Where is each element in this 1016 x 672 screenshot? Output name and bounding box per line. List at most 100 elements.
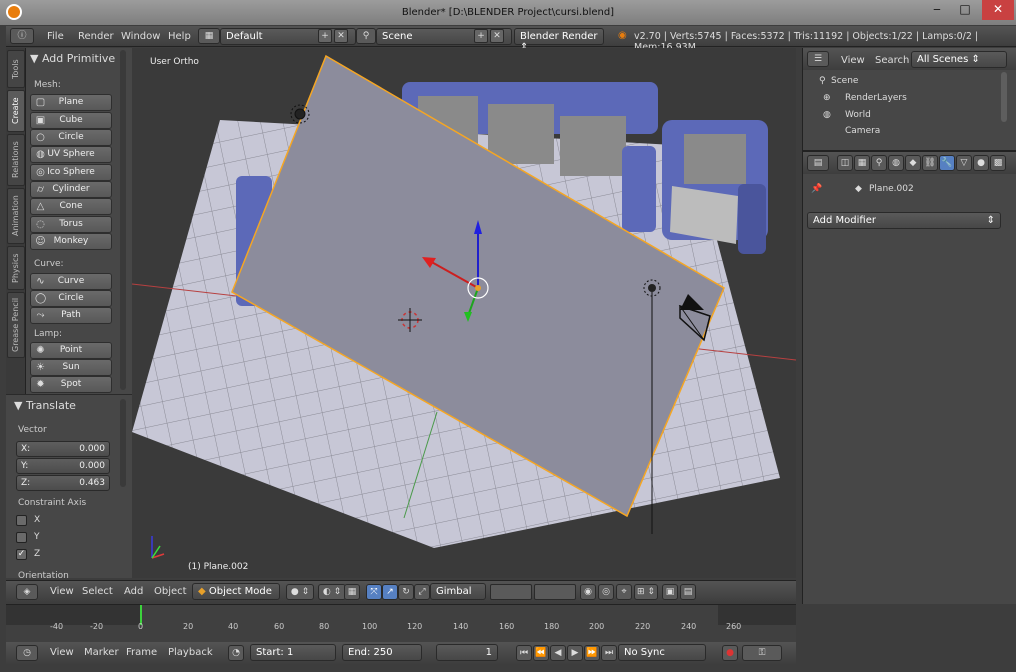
add-monkey-button[interactable]: ☺ Monkey [30, 233, 112, 250]
tab-grease-pencil[interactable]: Grease Pencil [7, 292, 25, 358]
tl-menu-marker[interactable]: Marker [84, 647, 119, 658]
texture-tab-icon[interactable]: ▩ [990, 155, 1006, 171]
snap-element-icon[interactable]: ⊞ ⇕ [634, 584, 658, 600]
3d-viewport[interactable]: User Ortho (1) Plane.002 [132, 48, 796, 578]
menu-file[interactable]: File [47, 31, 64, 42]
lock-camera-icon[interactable]: ◉ [580, 584, 596, 600]
material-tab-icon[interactable]: ● [973, 155, 989, 171]
play-icon[interactable]: ▶ [567, 645, 583, 661]
vp-menu-select[interactable]: Select [82, 586, 113, 597]
jump-end-icon[interactable]: ⏭ [601, 645, 617, 661]
vp-menu-view[interactable]: View [50, 586, 74, 597]
add-layout-button[interactable]: + [318, 29, 332, 43]
layers-grid-2[interactable] [534, 584, 576, 600]
pivot-point-icon[interactable]: ◐ ⇕ [318, 584, 346, 600]
constraint-z-checkbox[interactable]: ✓ [16, 549, 27, 560]
render-layers-tab-icon[interactable]: ▦ [854, 155, 870, 171]
outliner-item-scene[interactable]: Scene [831, 76, 858, 86]
timeline[interactable]: -40 -20 0 20 40 60 80 100 120 140 160 18… [6, 604, 796, 642]
sync-mode-select[interactable]: No Sync [618, 644, 706, 661]
render-engine-select[interactable]: Blender Render ⇕ [514, 28, 604, 53]
add-curve-button[interactable]: ∿ Curve [30, 273, 112, 290]
outliner-item-camera[interactable]: Camera [845, 126, 880, 136]
editor-type-info-icon[interactable]: ⓘ [10, 28, 34, 44]
add-cone-button[interactable]: △ Cone [30, 198, 112, 215]
maximize-button[interactable]: □ [952, 0, 978, 20]
add-spot-lamp-button[interactable]: ✹ Spot [30, 376, 112, 393]
delete-layout-button[interactable]: ✕ [334, 29, 348, 43]
start-frame-field[interactable]: Start: 1 [250, 644, 336, 661]
world-tab-icon[interactable]: ◍ [888, 155, 904, 171]
close-button[interactable]: ✕ [982, 0, 1014, 20]
render-preview-icon[interactable]: ▣ [662, 584, 678, 600]
add-ico-sphere-button[interactable]: ◎ Ico Sphere [30, 164, 112, 181]
tab-physics[interactable]: Physics [7, 246, 25, 290]
render-tab-icon[interactable]: ◫ [837, 155, 853, 171]
viewport-shading-icon[interactable]: ● ⇕ [286, 584, 314, 600]
minimize-button[interactable]: ‒ [924, 0, 950, 20]
add-cube-button[interactable]: ▣ Cube [30, 112, 112, 129]
object-tab-icon[interactable]: ◆ [905, 155, 921, 171]
tab-animation[interactable]: Animation [7, 188, 25, 244]
editor-type-timeline-icon[interactable]: ◷ [16, 645, 38, 661]
modifiers-tab-icon[interactable]: 🔧 [939, 155, 955, 171]
mode-select[interactable]: ◆ Object Mode [192, 583, 280, 600]
add-plane-button[interactable]: ▢ Plane [30, 94, 112, 111]
layers-grid-1[interactable] [490, 584, 532, 600]
translate-header[interactable]: ▼ Translate [14, 399, 76, 412]
screen-layout-icon[interactable]: ▦ [198, 28, 220, 44]
outliner-menu-view[interactable]: View [841, 55, 865, 66]
pin-icon[interactable]: 📌 [811, 184, 822, 194]
auto-keyframe-record-icon[interactable]: ● [722, 645, 738, 661]
tl-menu-frame[interactable]: Frame [126, 647, 157, 658]
add-cylinder-button[interactable]: ⌭ Cylinder [30, 181, 112, 198]
add-sun-lamp-button[interactable]: ☀ Sun [30, 359, 112, 376]
manipulator-toggle-icon[interactable]: ⤧ [366, 584, 382, 600]
menu-help[interactable]: Help [168, 31, 191, 42]
tool-shelf-scrollbar[interactable] [120, 50, 126, 390]
play-reverse-icon[interactable]: ◀ [550, 645, 566, 661]
vp-menu-object[interactable]: Object [154, 586, 187, 597]
snap-toggle-icon[interactable]: ⌖ [616, 584, 632, 600]
vp-menu-add[interactable]: Add [124, 586, 143, 597]
rotate-manipulator-icon[interactable]: ↻ [398, 584, 414, 600]
data-tab-icon[interactable]: ▽ [956, 155, 972, 171]
proportional-edit-icon[interactable]: ◎ [598, 584, 614, 600]
preview-range-icon[interactable]: ◔ [228, 645, 244, 661]
outliner-expand-icon[interactable]: ⊕ [823, 93, 831, 103]
tl-menu-playback[interactable]: Playback [168, 647, 213, 658]
constraint-x-checkbox[interactable] [16, 515, 27, 526]
outliner-scrollbar[interactable] [1001, 72, 1007, 122]
layers-toggle-icon[interactable]: ▦ [344, 584, 360, 600]
outliner-display-select[interactable]: All Scenes ⇕ [911, 51, 1007, 68]
operator-scrollbar[interactable] [120, 399, 126, 487]
scene-icon[interactable]: ⚲ [356, 28, 376, 44]
jump-keyframe-back-icon[interactable]: ⏪ [533, 645, 549, 661]
tab-create[interactable]: Create [7, 90, 25, 132]
add-primitive-header[interactable]: ▼ Add Primitive [30, 52, 115, 65]
constraint-y-checkbox[interactable] [16, 532, 27, 543]
add-point-lamp-button[interactable]: ✺ Point [30, 342, 112, 359]
current-frame-field[interactable]: 1 [436, 644, 498, 661]
add-modifier-dropdown[interactable]: Add Modifier ⇕ [807, 212, 1001, 229]
tl-menu-view[interactable]: View [50, 647, 74, 658]
vector-y-field[interactable]: Y: 0.000 [16, 458, 110, 474]
add-path-button[interactable]: ⤳ Path [30, 307, 112, 324]
add-curve-circle-button[interactable]: ◯ Circle [30, 290, 112, 307]
editor-type-properties-icon[interactable]: ▤ [807, 155, 829, 171]
keying-set-icon[interactable]: ⚿ [742, 645, 782, 661]
editor-type-outliner-icon[interactable]: ☰ [807, 51, 829, 67]
end-frame-field[interactable]: End: 250 [342, 644, 422, 661]
jump-keyframe-forward-icon[interactable]: ⏩ [584, 645, 600, 661]
vector-z-field[interactable]: Z: 0.463 [16, 475, 110, 491]
jump-start-icon[interactable]: ⏮ [516, 645, 532, 661]
vector-x-field[interactable]: X: 0.000 [16, 441, 110, 457]
transform-orientation-select[interactable]: Gimbal [430, 583, 486, 600]
outliner-menu-search[interactable]: Search [875, 55, 909, 66]
translate-manipulator-icon[interactable]: ↗ [382, 584, 398, 600]
tab-tools[interactable]: Tools [7, 50, 25, 88]
scene-tab-icon[interactable]: ⚲ [871, 155, 887, 171]
editor-type-3dview-icon[interactable]: ◈ [16, 584, 38, 600]
add-circle-button[interactable]: ○ Circle [30, 129, 112, 146]
armchair-object[interactable] [662, 120, 768, 254]
